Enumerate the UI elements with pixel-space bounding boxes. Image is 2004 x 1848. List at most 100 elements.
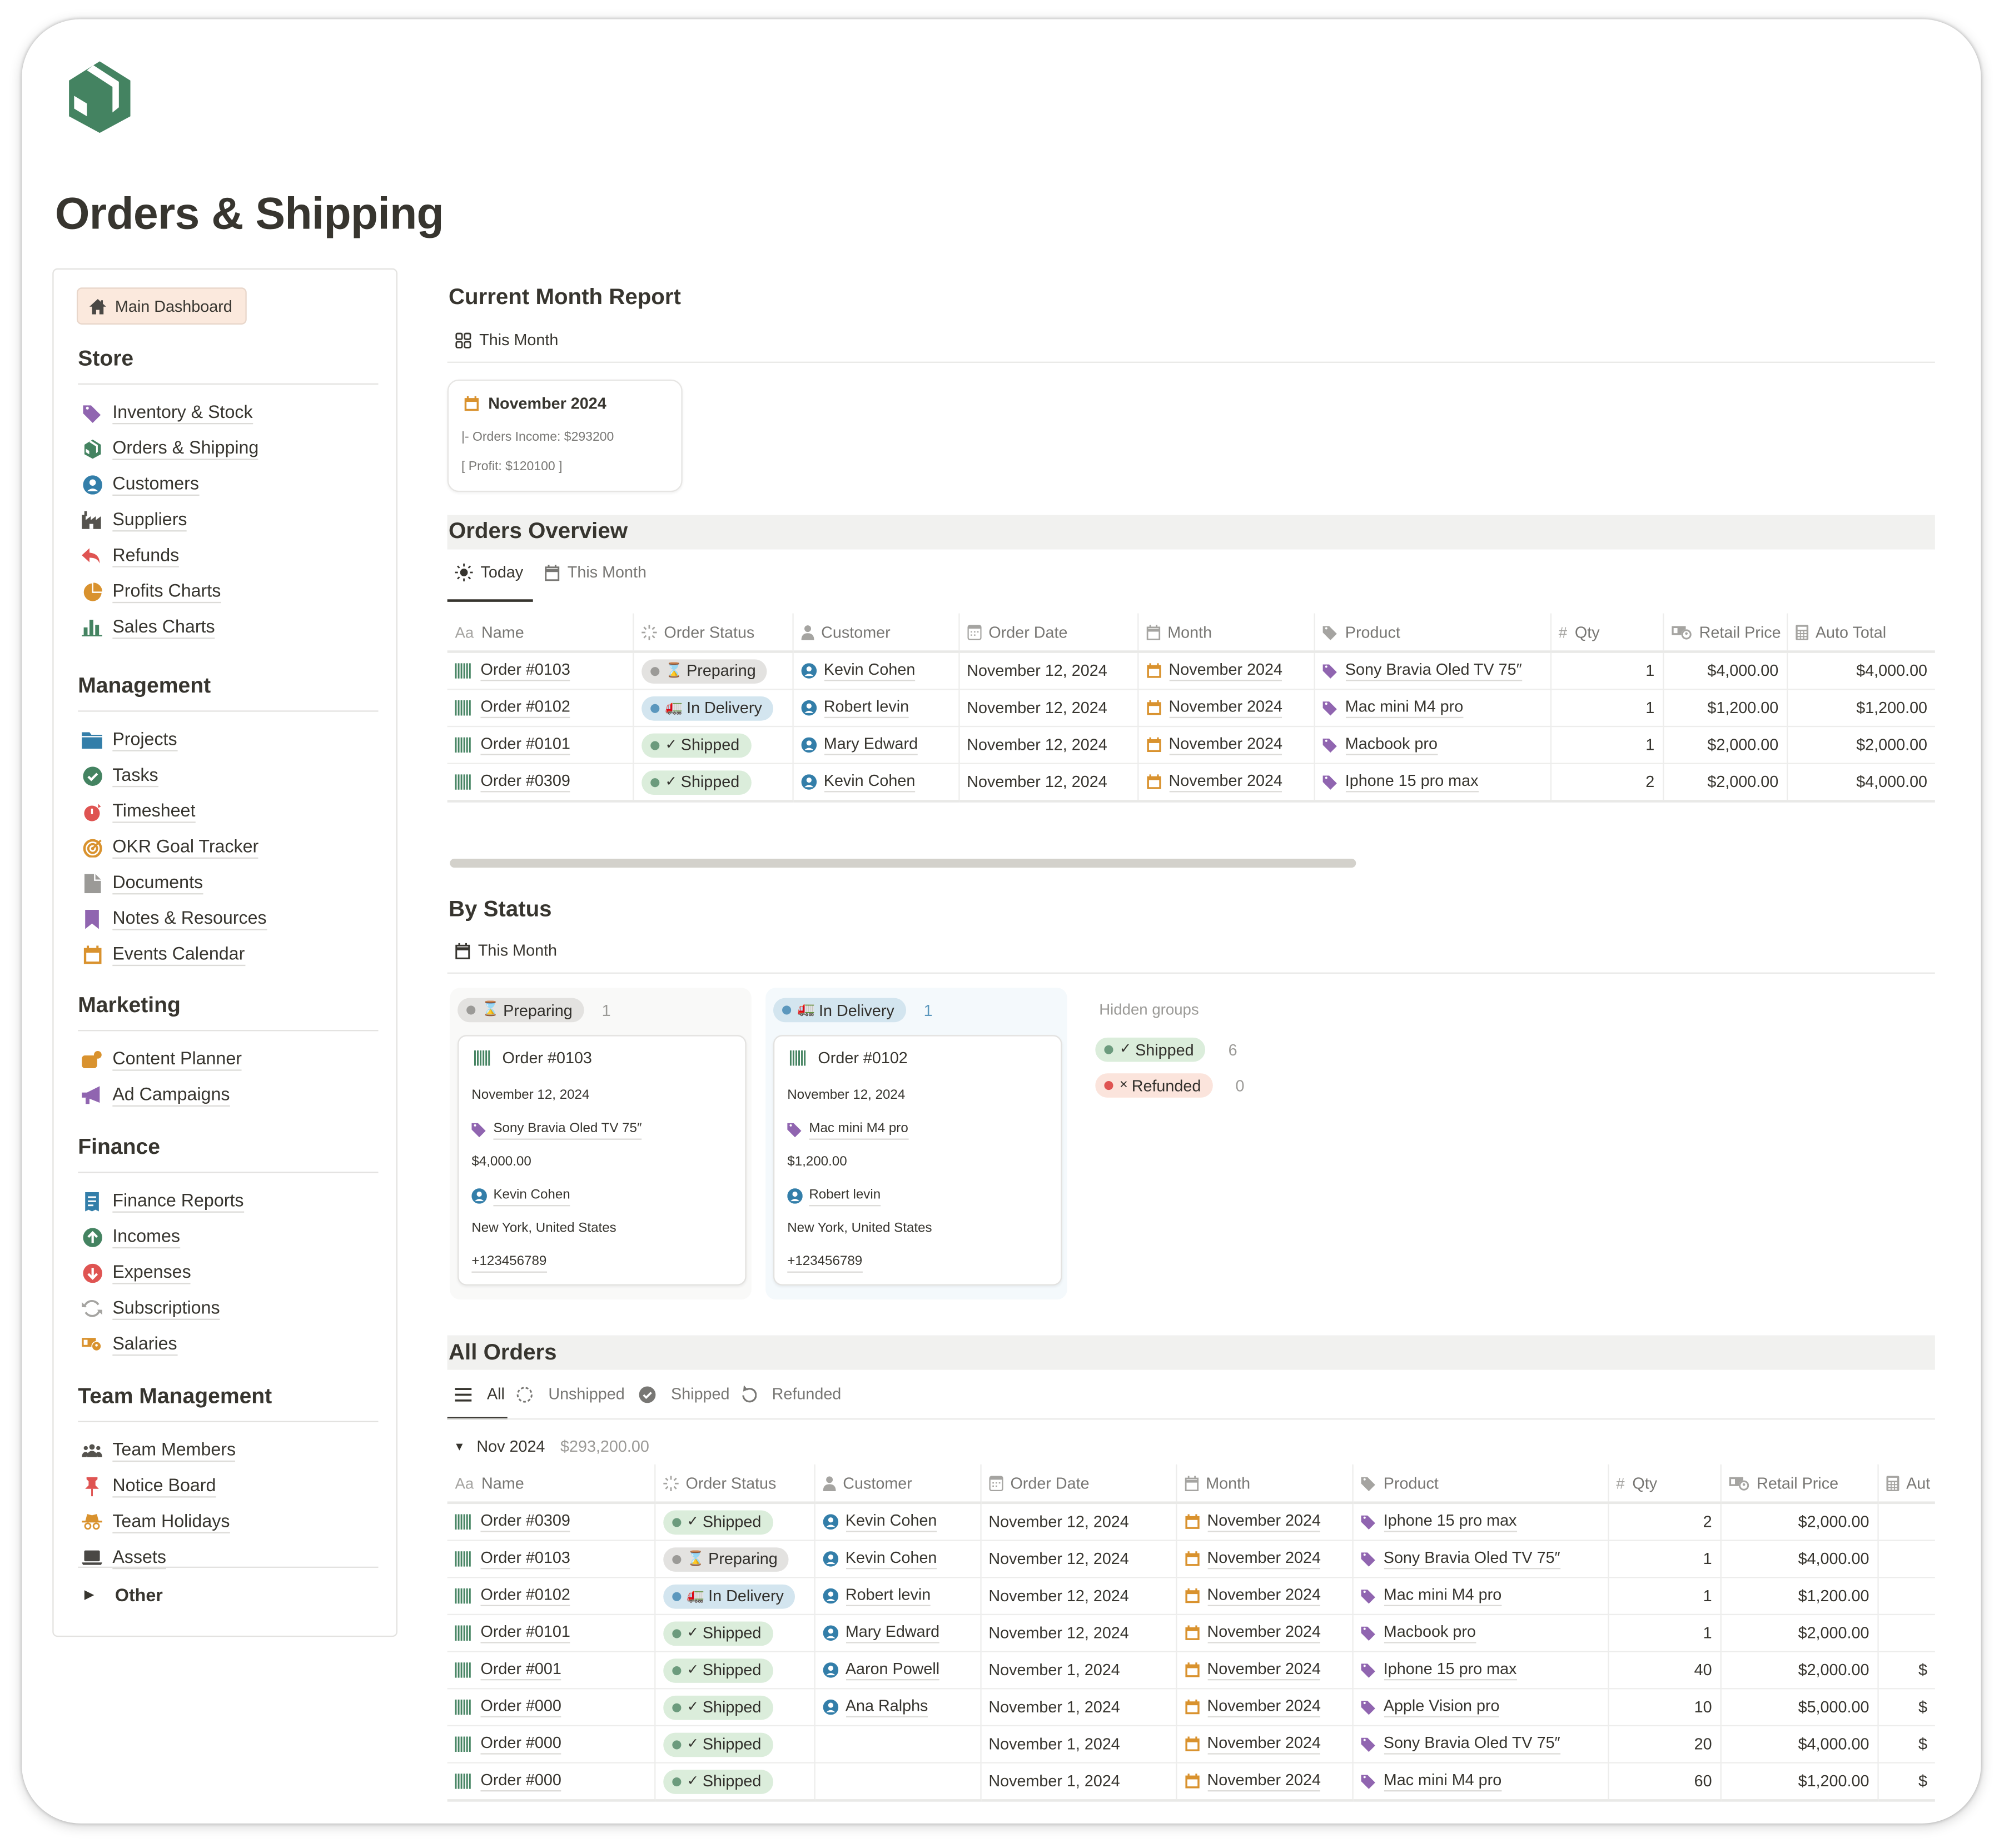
order-link[interactable]: Order #001: [455, 1660, 646, 1681]
cell-status[interactable]: ✓ Shipped: [654, 1762, 815, 1802]
column-header-customer[interactable]: Customer: [814, 1464, 981, 1505]
cell-status[interactable]: ⌛ Preparing: [654, 1540, 815, 1578]
sidebar-item-salaries[interactable]: Salaries: [78, 1326, 378, 1362]
column-header-month[interactable]: Month: [1137, 613, 1315, 653]
cell-name[interactable]: Order #0102: [447, 1577, 655, 1616]
customer-link[interactable]: Aaron Powell: [822, 1660, 972, 1681]
sidebar-item-projects[interactable]: Projects: [78, 722, 378, 758]
month-link[interactable]: November 2024: [1184, 1549, 1344, 1570]
cell-retail-price[interactable]: $1,200.00: [1720, 1577, 1878, 1616]
cell-order-date[interactable]: November 12, 2024: [958, 689, 1138, 728]
horizontal-scrollbar[interactable]: [450, 858, 1356, 868]
month-link[interactable]: November 2024: [1184, 1771, 1344, 1792]
cell-customer[interactable]: Kevin Cohen: [792, 651, 959, 690]
cell-product[interactable]: Iphone 15 pro max: [1352, 1502, 1609, 1541]
order-link[interactable]: Order #0102: [455, 698, 624, 719]
cell-retail-price[interactable]: $2,000.00: [1720, 1651, 1878, 1690]
hidden-group-refunded[interactable]: × Refunded 0: [1095, 1073, 1244, 1098]
cell-product[interactable]: Mac mini M4 pro: [1314, 689, 1551, 728]
cell-name[interactable]: Order #000: [447, 1688, 655, 1727]
cell-name[interactable]: Order #0309: [447, 763, 634, 803]
cell-order-date[interactable]: November 12, 2024: [980, 1577, 1177, 1616]
tab-shipped[interactable]: Shipped: [639, 1385, 729, 1403]
sidebar-item-ad-campaigns[interactable]: Ad Campaigns: [78, 1077, 378, 1113]
cell-customer[interactable]: [814, 1725, 981, 1764]
cell-retail-price[interactable]: $4,000.00: [1720, 1540, 1878, 1578]
table-row[interactable]: Order #000 ✓ Shipped November 1, 2024 No…: [447, 1762, 1935, 1802]
tab-refunded[interactable]: Refunded: [741, 1385, 841, 1403]
customer-link[interactable]: Robert levin: [822, 1586, 972, 1606]
column-header-qty[interactable]: # Qty: [1608, 1464, 1721, 1505]
customer-link[interactable]: Robert levin: [800, 698, 950, 719]
cell-name[interactable]: Order #0103: [447, 651, 634, 690]
board-card[interactable]: Order #0102 November 12, 2024 Mac mini M…: [773, 1035, 1062, 1286]
month-link[interactable]: November 2024: [1184, 1586, 1344, 1606]
product-link[interactable]: Sony Bravia Oled TV 75″: [1360, 1734, 1599, 1755]
cell-status[interactable]: ✓ Shipped: [654, 1502, 815, 1541]
cell-retail-price[interactable]: $2,000.00: [1720, 1614, 1878, 1652]
cell-status[interactable]: ✓ Shipped: [654, 1725, 815, 1764]
status-tag-preparing[interactable]: ⌛ Preparing: [663, 1547, 789, 1571]
cell-auto-total[interactable]: $: [1877, 1725, 1935, 1764]
order-link[interactable]: Order #0309: [455, 1512, 646, 1532]
cell-retail-price[interactable]: $2,000.00: [1663, 726, 1788, 764]
cell-auto-total[interactable]: [1877, 1577, 1935, 1616]
cell-product[interactable]: Mac mini M4 pro: [1352, 1577, 1609, 1616]
sidebar-item-sales-charts[interactable]: Sales Charts: [78, 610, 378, 645]
status-tag-refunded[interactable]: × Refunded: [1095, 1073, 1213, 1098]
status-tag-shipped[interactable]: ✓ Shipped: [663, 1658, 773, 1682]
cell-order-date[interactable]: November 12, 2024: [980, 1502, 1177, 1541]
customer-link[interactable]: Mary Edward: [822, 1623, 972, 1643]
cell-month[interactable]: November 2024: [1176, 1502, 1353, 1541]
customer-link[interactable]: Kevin Cohen: [822, 1512, 972, 1532]
cell-auto-total[interactable]: $4,000.00: [1787, 763, 1935, 803]
group-header-nov-2024[interactable]: ▼ Nov 2024 $293,200.00: [454, 1437, 649, 1455]
column-header-auto-total[interactable]: Auto Total: [1787, 613, 1935, 653]
product-link[interactable]: Iphone 15 pro max: [1360, 1660, 1599, 1681]
card-product[interactable]: Sony Bravia Oled TV 75″: [471, 1119, 642, 1140]
column-header-order-date[interactable]: Order Date: [980, 1464, 1177, 1505]
sidebar-item-suppliers[interactable]: Suppliers: [78, 502, 378, 538]
cell-name[interactable]: Order #000: [447, 1762, 655, 1802]
column-header-order-status[interactable]: Order Status: [654, 1464, 815, 1505]
card-phone[interactable]: +123456789: [787, 1252, 863, 1273]
cell-auto-total[interactable]: $: [1877, 1688, 1935, 1727]
sidebar-item-inventory-and-stock[interactable]: Inventory & Stock: [78, 395, 378, 430]
cell-name[interactable]: Order #0309: [447, 1502, 655, 1541]
sidebar-item-team-members[interactable]: Team Members: [78, 1432, 378, 1468]
sidebar-item-tasks[interactable]: Tasks: [78, 758, 378, 793]
cell-month[interactable]: November 2024: [1137, 763, 1315, 803]
month-link[interactable]: November 2024: [1146, 772, 1305, 793]
column-header-retail-price[interactable]: Retail Price: [1663, 613, 1788, 653]
month-link[interactable]: November 2024: [1146, 661, 1305, 681]
column-header-name[interactable]: Aa Name: [447, 613, 634, 653]
cell-qty[interactable]: 1: [1550, 726, 1664, 764]
sidebar-item-okr-goal-tracker[interactable]: OKR Goal Tracker: [78, 829, 378, 865]
order-link[interactable]: Order #0101: [455, 1623, 646, 1643]
cell-qty[interactable]: 1: [1608, 1614, 1721, 1652]
cell-customer[interactable]: Mary Edward: [814, 1614, 981, 1652]
customer-link[interactable]: Kevin Cohen: [800, 772, 950, 793]
hidden-group-shipped[interactable]: ✓ Shipped 6: [1095, 1037, 1237, 1062]
cell-month[interactable]: November 2024: [1176, 1540, 1353, 1578]
cell-month[interactable]: November 2024: [1176, 1762, 1353, 1802]
customer-link[interactable]: Ana Ralphs: [822, 1697, 972, 1717]
product-link[interactable]: Mac mini M4 pro: [1360, 1586, 1599, 1606]
product-link[interactable]: Sony Bravia Oled TV 75″: [1322, 661, 1541, 681]
cell-order-date[interactable]: November 1, 2024: [980, 1688, 1177, 1727]
cell-customer[interactable]: [814, 1762, 981, 1802]
cell-qty[interactable]: 1: [1608, 1577, 1721, 1616]
cell-product[interactable]: Mac mini M4 pro: [1352, 1762, 1609, 1802]
board-column-header[interactable]: 🚛 In Delivery 1: [773, 998, 933, 1023]
sidebar-item-documents[interactable]: Documents: [78, 865, 378, 900]
column-header-order-date[interactable]: Order Date: [958, 613, 1138, 653]
status-tag-shipped[interactable]: ✓ Shipped: [663, 1621, 773, 1646]
month-link[interactable]: November 2024: [1184, 1512, 1344, 1532]
cell-month[interactable]: November 2024: [1176, 1651, 1353, 1690]
cell-month[interactable]: November 2024: [1137, 689, 1315, 728]
cell-customer[interactable]: Ana Ralphs: [814, 1688, 981, 1727]
cell-product[interactable]: Macbook pro: [1352, 1614, 1609, 1652]
customer-link[interactable]: Kevin Cohen: [800, 661, 950, 681]
status-tag-shipped[interactable]: ✓ Shipped: [663, 1695, 773, 1720]
cell-customer[interactable]: Robert levin: [814, 1577, 981, 1616]
